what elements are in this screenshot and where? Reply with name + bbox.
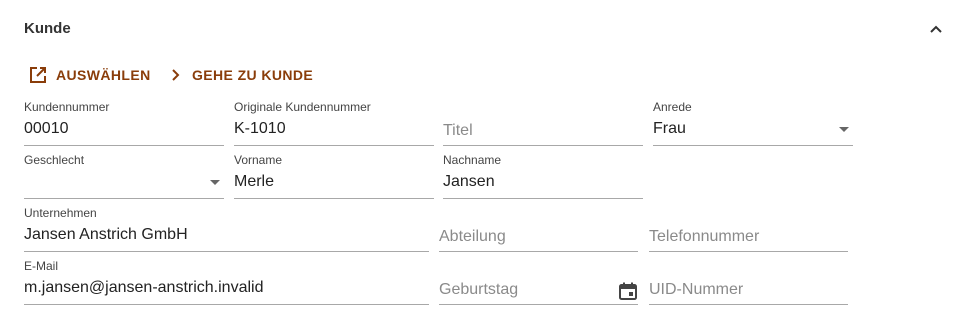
collapse-button[interactable] — [924, 18, 948, 40]
email-field[interactable]: E-Mail m.jansen@jansen-anstrich.invalid — [24, 259, 429, 305]
select-customer-button[interactable]: AUSWÄHLEN — [28, 64, 151, 86]
anrede-label: Anrede — [653, 100, 692, 114]
abteilung-placeholder[interactable]: Abteilung — [439, 228, 506, 246]
email-underline — [24, 304, 429, 305]
unternehmen-label: Unternehmen — [24, 206, 97, 220]
uid-placeholder[interactable]: UID-Nummer — [649, 281, 743, 299]
unternehmen-value[interactable]: Jansen Anstrich GmbH — [24, 226, 188, 244]
kundennummer-label: Kundennummer — [24, 100, 110, 114]
chevron-up-icon — [930, 25, 942, 33]
vorname-label: Vorname — [234, 153, 283, 167]
uid-underline — [649, 304, 848, 305]
geschlecht-label: Geschlecht — [24, 153, 85, 167]
open-in-new-icon — [30, 67, 46, 83]
telefon-underline — [649, 251, 848, 252]
abteilung-field[interactable]: Abteilung — [439, 206, 638, 252]
telefon-field[interactable]: Telefonnummer — [649, 206, 848, 252]
geburtstag-field[interactable]: Geburtstag — [439, 259, 638, 305]
geburtstag-placeholder[interactable]: Geburtstag — [439, 281, 518, 299]
geschlecht-underline — [24, 198, 224, 199]
titel-field[interactable]: Titel — [443, 100, 643, 146]
unternehmen-underline — [24, 251, 429, 252]
anrede-select[interactable]: Anrede Frau — [653, 100, 853, 146]
geschlecht-select[interactable]: Geschlecht — [24, 153, 224, 199]
dropdown-arrow-icon[interactable] — [210, 180, 220, 185]
goto-customer-label: GEHE ZU KUNDE — [192, 67, 314, 83]
anrede-underline — [653, 145, 853, 146]
orig-kundennummer-value[interactable]: K-1010 — [234, 120, 286, 138]
abteilung-underline — [439, 251, 638, 252]
email-value[interactable]: m.jansen@jansen-anstrich.invalid — [24, 279, 263, 297]
anrede-value[interactable]: Frau — [653, 120, 686, 138]
nachname-value[interactable]: Jansen — [443, 173, 495, 191]
telefon-placeholder[interactable]: Telefonnummer — [649, 228, 759, 246]
orig-kundennummer-underline — [234, 145, 434, 146]
vorname-field[interactable]: Vorname Merle — [234, 153, 434, 199]
select-customer-label: AUSWÄHLEN — [56, 67, 151, 83]
email-label: E-Mail — [24, 259, 59, 273]
calendar-icon[interactable] — [618, 281, 638, 301]
kundennummer-underline — [24, 145, 224, 146]
nachname-underline — [443, 198, 643, 199]
chevron-right-icon — [172, 69, 180, 81]
geburtstag-underline — [439, 304, 638, 305]
unternehmen-field[interactable]: Unternehmen Jansen Anstrich GmbH — [24, 206, 429, 252]
section-title: Kunde — [24, 20, 71, 37]
uid-field[interactable]: UID-Nummer — [649, 259, 848, 305]
vorname-underline — [234, 198, 434, 199]
kundennummer-field[interactable]: Kundennummer 00010 — [24, 100, 224, 146]
nachname-label: Nachname — [443, 153, 502, 167]
titel-placeholder[interactable]: Titel — [443, 122, 473, 140]
orig-kundennummer-label: Originale Kundennummer — [234, 100, 371, 114]
orig-kundennummer-field[interactable]: Originale Kundennummer K-1010 — [234, 100, 434, 146]
vorname-value[interactable]: Merle — [234, 173, 274, 191]
titel-underline — [443, 145, 643, 146]
nachname-field[interactable]: Nachname Jansen — [443, 153, 643, 199]
dropdown-arrow-icon[interactable] — [839, 127, 849, 132]
goto-customer-button[interactable]: GEHE ZU KUNDE — [168, 64, 313, 86]
kundennummer-value[interactable]: 00010 — [24, 120, 69, 138]
